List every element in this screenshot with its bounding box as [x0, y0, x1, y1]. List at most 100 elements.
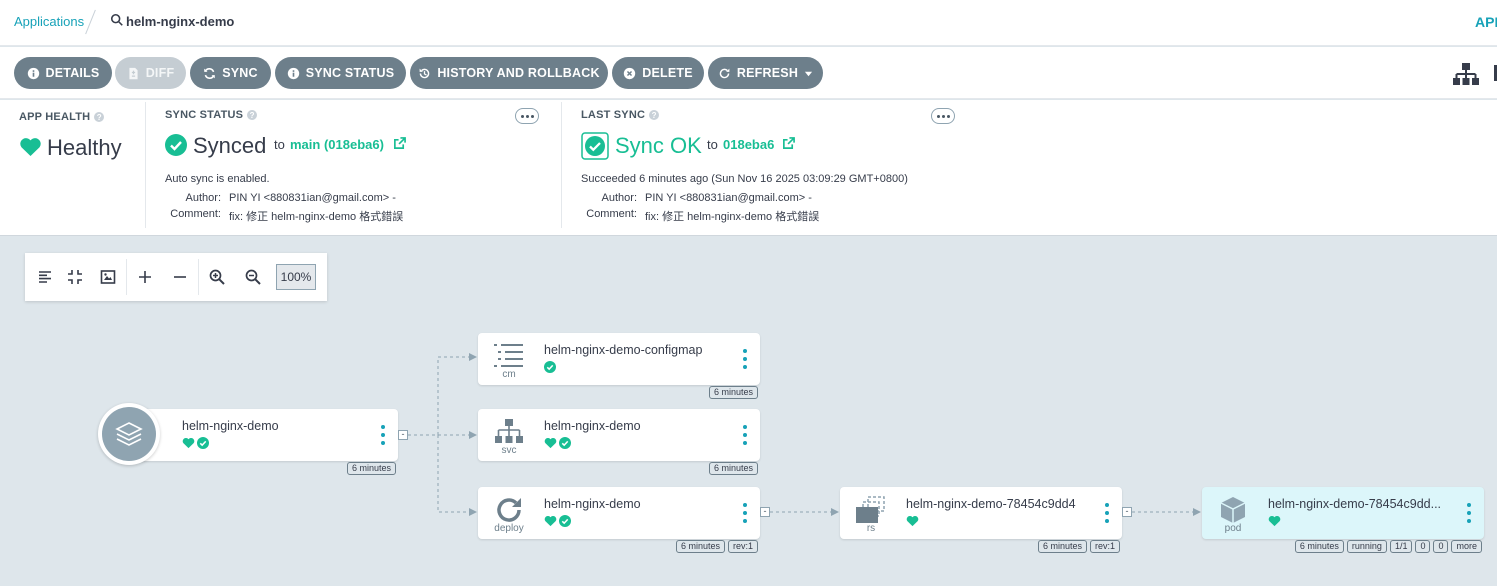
info-icon [27, 67, 39, 79]
replicaset-node-name: helm-nginx-demo-78454c9dd4 [906, 497, 1076, 511]
node-menu-icon[interactable] [742, 425, 748, 445]
action-toolbar: DETAILS DIFF SYNC SYNC STATUS HISTORY AN… [0, 47, 1497, 99]
pod-node-name: helm-nginx-demo-78454c9dd... [1268, 497, 1442, 511]
details-button[interactable]: DETAILS [14, 57, 112, 89]
node-kind: cm [502, 369, 516, 380]
top-bar: Applications helm-nginx-demo APP [0, 0, 1497, 46]
history-and-rollback-button[interactable]: HISTORY AND ROLLBACK [410, 57, 608, 89]
check-circle-icon [559, 515, 571, 527]
revision-badge: rev:1 [1089, 540, 1120, 553]
collapse-toggle[interactable]: - [1122, 507, 1132, 517]
heart-icon [906, 515, 919, 527]
node-menu-icon[interactable] [1466, 503, 1472, 523]
sync-status-value: Synced [193, 133, 267, 158]
list-icon [494, 344, 523, 367]
collapse-toggle[interactable]: - [760, 507, 770, 517]
age-badge: 6 minutes [708, 462, 758, 475]
sync-status-to: to [274, 137, 285, 152]
node-kind: svc [501, 445, 517, 456]
sync-revision-link[interactable]: main (018eba6) [290, 137, 384, 152]
sync-status-more-button[interactable] [515, 108, 539, 124]
status-panel: APP HEALTH? Healthy SYNC STATUS? Synced … [0, 100, 1497, 236]
close-circle-icon [624, 67, 636, 79]
node-menu-icon[interactable] [1104, 503, 1110, 523]
restarts-badge: 0 [1415, 540, 1431, 553]
app-icon[interactable] [98, 403, 160, 465]
breadcrumb-app-name[interactable]: helm-nginx-demo [126, 14, 234, 29]
sync-status-label: SYNC STATUS? [165, 109, 258, 121]
caret-down-icon [804, 71, 813, 76]
last-sync-succeeded-text: Succeeded 6 minutes ago (Sun Nov 16 2025… [581, 173, 908, 185]
heart-icon [182, 437, 195, 449]
delete-button[interactable]: DELETE [612, 57, 704, 89]
age-badge: 6 minutes [1037, 540, 1087, 553]
replicaset-node[interactable]: rs helm-nginx-demo-78454c9dd4 6 minutes … [840, 487, 1122, 553]
refresh-icon [719, 68, 730, 78]
divider [561, 102, 562, 228]
node-menu-icon[interactable] [742, 503, 748, 523]
cube-icon [1220, 497, 1246, 523]
last-sync-revision-link[interactable]: 018eba6 [723, 137, 774, 152]
service-node-name: helm-nginx-demo [544, 419, 641, 433]
divider [145, 102, 146, 228]
service-node[interactable]: svc helm-nginx-demo 6 minutes [478, 409, 760, 475]
pod-state-badge: running [1346, 540, 1387, 553]
more-badge[interactable]: more [1451, 540, 1482, 553]
node-kind: deploy [494, 523, 524, 534]
heart-icon [20, 138, 41, 157]
help-icon[interactable]: ? [94, 112, 105, 122]
file-diff-icon [129, 67, 138, 79]
last-sync-more-button[interactable] [931, 108, 955, 124]
deployment-node-name: helm-nginx-demo [544, 497, 641, 511]
age-badge: 6 minutes [1294, 540, 1344, 553]
last-sync-value: Sync OK [615, 133, 702, 158]
node-kind: pod [1224, 523, 1242, 534]
last-sync-label: LAST SYNC? [581, 109, 660, 121]
configmap-node[interactable]: cm helm-nginx-demo-configmap 6 minutes [478, 333, 760, 399]
search-icon[interactable] [110, 13, 124, 27]
collapse-toggle[interactable]: - [398, 430, 408, 440]
check-circle-icon [581, 132, 609, 160]
sync-icon [204, 67, 216, 79]
help-icon[interactable]: ? [247, 110, 258, 120]
check-circle-icon [544, 361, 556, 373]
check-circle-icon [165, 134, 187, 156]
deployment-node[interactable]: deploy helm-nginx-demo 6 minutes rev:1 [478, 487, 760, 553]
check-circle-icon [197, 437, 209, 449]
top-right-label[interactable]: APP [1475, 14, 1497, 30]
revision-badge: rev:1 [727, 540, 758, 553]
auto-sync-text: Auto sync is enabled. [165, 173, 270, 185]
help-icon[interactable]: ? [649, 110, 660, 120]
sync-button[interactable]: SYNC [190, 57, 271, 89]
last-sync-comment-row: Comment: fix: 修正 helm-nginx-demo 格式錯誤 [586, 208, 820, 223]
app-health-value: Healthy [47, 135, 122, 160]
app-node-name: helm-nginx-demo [182, 419, 279, 433]
check-circle-icon [559, 437, 571, 449]
refresh-button[interactable]: REFRESH [708, 57, 823, 89]
ready-badge: 1/1 [1389, 540, 1413, 553]
resource-tree-graph[interactable]: 100% helm-nginx-demo 6 minutes - cm helm… [0, 237, 1497, 586]
node-kind: rs [866, 523, 876, 534]
last-sync-to: to [707, 137, 718, 152]
node-menu-icon[interactable] [380, 425, 386, 445]
heart-icon [1268, 515, 1281, 527]
sync-comment-row: Comment: fix: 修正 helm-nginx-demo 格式錯誤 [170, 208, 404, 223]
history-icon [419, 68, 430, 78]
breadcrumb-applications-link[interactable]: Applications [14, 14, 84, 29]
last-sync-author-row: Author: PIN YI <880831ian@gmail.com> - [601, 192, 812, 204]
age-badge: 6 minutes [346, 462, 396, 475]
external-link-icon[interactable] [393, 137, 406, 150]
node-menu-icon[interactable] [742, 349, 748, 369]
tree-view-icon[interactable] [1452, 62, 1480, 86]
heart-icon [544, 515, 557, 527]
pod-node[interactable]: pod helm-nginx-demo-78454c9dd... 6 minut… [1202, 487, 1484, 553]
diff-button[interactable]: DIFF [115, 57, 186, 89]
network-icon [495, 419, 523, 443]
heart-icon [544, 437, 557, 449]
rotate-icon [497, 498, 521, 522]
sync-author-row: Author: PIN YI <880831ian@gmail.com> - [185, 192, 396, 204]
external-link-icon[interactable] [782, 137, 795, 150]
configmap-node-name: helm-nginx-demo-configmap [544, 343, 703, 357]
sync-status-button[interactable]: SYNC STATUS [275, 57, 406, 89]
breadcrumb-separator [85, 9, 96, 35]
